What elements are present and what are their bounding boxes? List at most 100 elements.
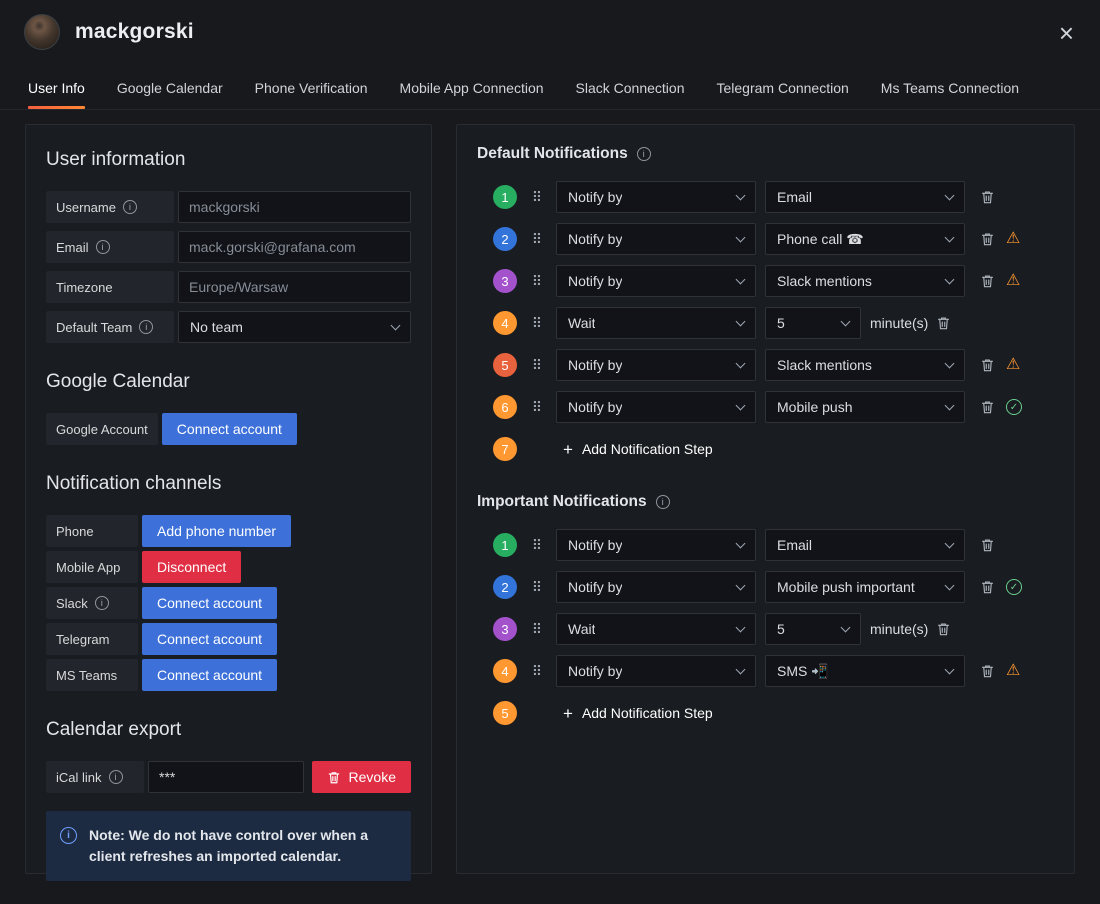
ical-link-label: iCal link [46,761,144,793]
notify-type-select[interactable]: Notify by [556,391,756,423]
avatar [24,14,60,50]
chevron-down-icon [735,400,746,410]
notify-type-select[interactable]: Wait [556,613,756,645]
chevron-down-icon [944,400,955,410]
drag-handle-icon[interactable] [530,621,544,638]
chevron-down-icon [735,232,746,242]
tab-user-info[interactable]: User Info [28,80,85,109]
step-number-badge: 3 [493,617,517,641]
tab-google-calendar[interactable]: Google Calendar [117,80,223,109]
wait-unit-label: minute(s) [870,621,929,637]
delete-step-button[interactable] [978,271,997,291]
drag-handle-icon[interactable] [530,579,544,596]
tab-mobile-app-connection[interactable]: Mobile App Connection [400,80,544,109]
tab-ms-teams-connection[interactable]: Ms Teams Connection [881,80,1019,109]
notification-step-3: 3 Notify by Slack mentions [493,265,1054,297]
notification-step-1: 1 Notify by Email [493,529,1054,561]
tab-bar: User Info Google Calendar Phone Verifica… [0,64,1100,110]
notify-type-select[interactable]: Notify by [556,529,756,561]
notify-channel-select[interactable]: Slack mentions [765,349,965,381]
notify-type-select[interactable]: Wait [556,307,756,339]
info-icon [122,200,137,214]
delete-step-button[interactable] [978,397,997,417]
username-input [178,191,411,223]
notify-type-select[interactable]: Notify by [556,223,756,255]
add-phone-number-button[interactable]: Add phone number [142,515,292,547]
delete-step-button[interactable] [978,577,997,597]
tab-phone-verification[interactable]: Phone Verification [255,80,368,109]
wait-duration-select[interactable]: 5 [765,307,861,339]
default-team-field-row: Default Team No team [46,311,411,343]
connect-slack-button[interactable]: Connect account [142,587,278,619]
disconnect-mobile-app-button[interactable]: Disconnect [142,551,242,583]
google-account-label: Google Account [46,413,158,445]
tab-telegram-connection[interactable]: Telegram Connection [716,80,848,109]
chevron-down-icon [735,358,746,368]
chevron-down-icon [840,622,851,632]
trash-icon [328,771,339,783]
close-icon[interactable] [1059,20,1074,46]
notify-channel-select[interactable]: Email [765,529,965,561]
email-label: Email [46,231,174,263]
notify-channel-select[interactable]: SMS 📲 [765,655,965,687]
ms-teams-label: MS Teams [46,659,138,691]
step-number-badge: 6 [493,395,517,419]
label-text: iCal link [56,769,102,785]
ical-link-input[interactable] [148,761,304,793]
warning-icon [1006,357,1020,373]
calendar-note: Note: We do not have control over when a… [46,811,411,881]
chevron-down-icon [735,316,746,326]
delete-step-button[interactable] [978,187,997,207]
chevron-down-icon [944,358,955,368]
revoke-label: Revoke [348,769,396,785]
notify-type-select[interactable]: Notify by [556,181,756,213]
connect-telegram-button[interactable]: Connect account [142,623,278,655]
delete-step-button[interactable] [978,229,997,249]
connect-ms-teams-button[interactable]: Connect account [142,659,278,691]
notify-channel-select[interactable]: Slack mentions [765,265,965,297]
notify-channel-select[interactable]: Email [765,181,965,213]
drag-handle-icon[interactable] [530,231,544,248]
notify-channel-select[interactable]: Phone call ☎ [765,223,965,255]
user-settings-panel: User information Username Email Timezone [25,124,432,881]
default-team-label: Default Team [46,311,174,343]
delete-step-button[interactable] [978,355,997,375]
chevron-down-icon [735,622,746,632]
default-team-select[interactable]: No team [178,311,411,343]
revoke-ical-button[interactable]: Revoke [311,761,411,793]
delete-step-button[interactable] [978,661,997,681]
chevron-down-icon [840,316,851,326]
drag-handle-icon[interactable] [530,399,544,416]
notify-type-select[interactable]: Notify by [556,571,756,603]
drag-handle-icon[interactable] [530,357,544,374]
google-calendar-heading: Google Calendar [46,371,190,392]
delete-step-button[interactable] [934,313,953,333]
drag-handle-icon[interactable] [530,189,544,206]
delete-step-button[interactable] [934,619,953,639]
drag-handle-icon[interactable] [530,537,544,554]
chevron-down-icon [944,664,955,674]
add-notification-step-button[interactable]: Add Notification Step [563,705,713,722]
wait-duration-select[interactable]: 5 [765,613,861,645]
chevron-down-icon [390,320,401,330]
drag-handle-icon[interactable] [530,273,544,290]
delete-step-button[interactable] [978,535,997,555]
notify-type-select[interactable]: Notify by [556,265,756,297]
chevron-down-icon [735,580,746,590]
notify-channel-select[interactable]: Mobile push [765,391,965,423]
step-number-badge: 4 [493,659,517,683]
label-text: Default Team [56,319,133,335]
notify-type-select[interactable]: Notify by [556,655,756,687]
drag-handle-icon[interactable] [530,663,544,680]
notify-type-select[interactable]: Notify by [556,349,756,381]
calendar-export-heading: Calendar export [46,719,182,740]
tab-slack-connection[interactable]: Slack Connection [576,80,685,109]
notify-channel-select[interactable]: Mobile push important [765,571,965,603]
add-notification-step-button[interactable]: Add Notification Step [563,441,713,458]
chevron-down-icon [735,274,746,284]
drag-handle-icon[interactable] [530,315,544,332]
notification-step-5: 5 Notify by Slack mentions [493,349,1054,381]
trash-icon [981,665,994,678]
ms-teams-channel-row: MS Teams Connect account [46,659,411,691]
connect-google-account-button[interactable]: Connect account [161,413,297,445]
